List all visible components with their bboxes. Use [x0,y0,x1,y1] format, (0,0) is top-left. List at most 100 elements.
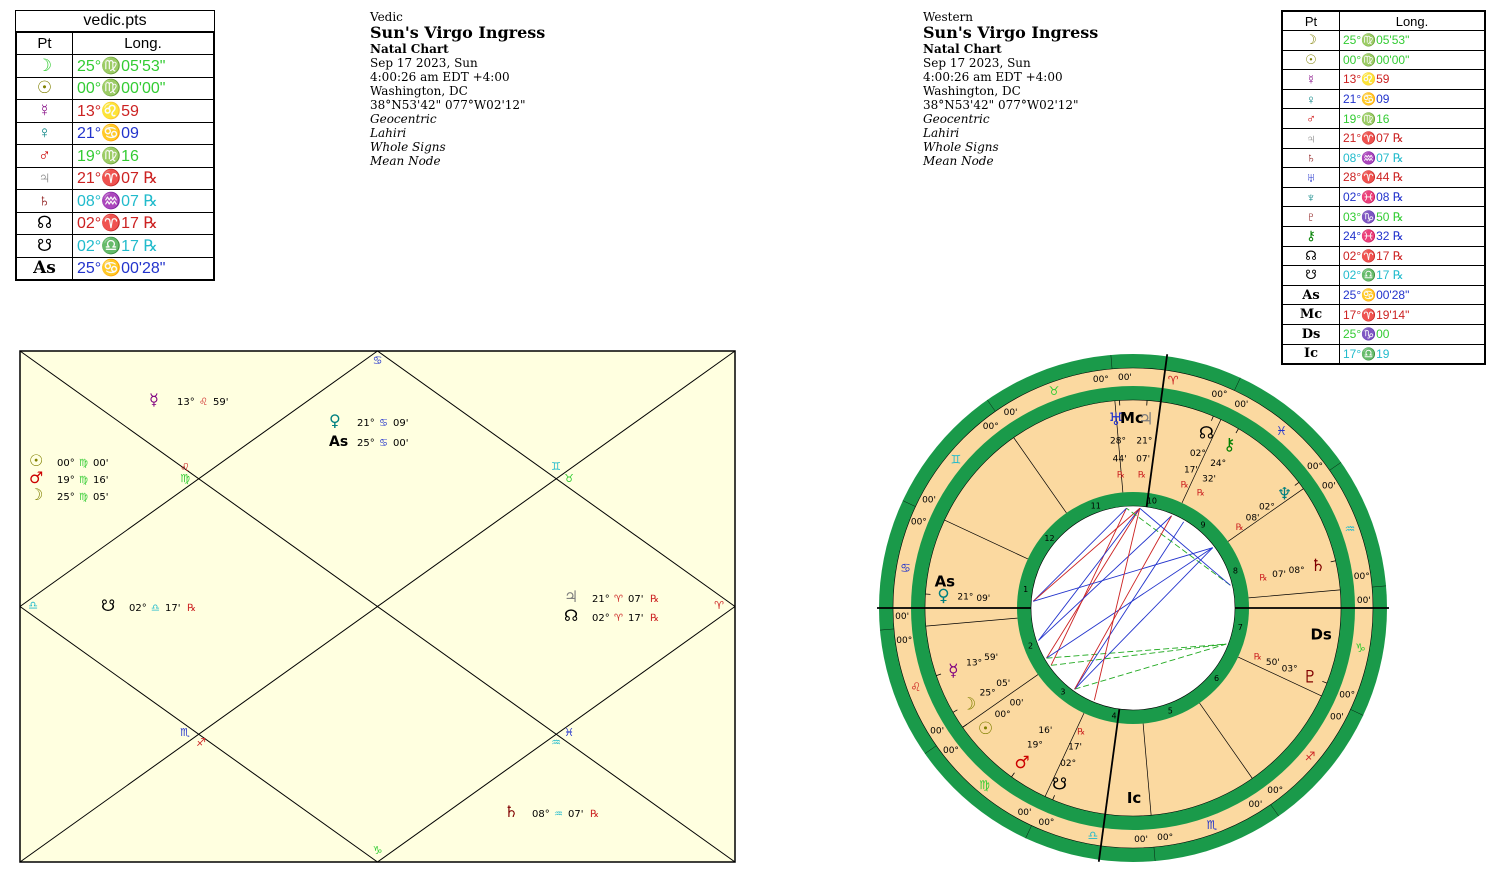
cusp-minute-label: 00' [895,612,909,622]
vedic-chart-type: Natal Chart [370,42,449,56]
longitude-value: 21°♋09 [1339,88,1485,110]
south-node-icon: ☋ [1052,774,1067,794]
cusp-degree-label: 00° [896,636,912,646]
vedic-table-title: vedic.pts [16,11,214,32]
saturn-icon: ♄ [1310,556,1325,576]
zodiac-sign-icon: ♓ [1276,424,1287,438]
moon-icon: ☽ [29,485,43,504]
aquarius-sign-icon: ♒ [551,736,561,749]
planet-minute: 05' [93,492,108,503]
table-row: ♂ 19°♍16 [1282,108,1485,129]
longitude-value: 13°♌59 [1339,69,1485,90]
longitude-value: 25°♍05'53" [1339,30,1485,51]
western-col-long: Long. [1339,11,1485,31]
gemini-sign-icon: ♊ [551,460,561,473]
longitude-value: 21°♈07 ℞ [72,166,214,190]
planet-degree: 24° [1210,459,1226,469]
capricorn-sign-icon: ♑ [373,844,383,857]
western-chart-wheel: 00°00'00° 00'00°00'00°00'00°00'00°00'00°0… [877,354,1389,862]
longitude-value: 08°♒07 ℞ [1339,147,1485,169]
longitude-value: 02°♈17 ℞ [72,211,214,235]
vedic-label: Vedic [370,10,403,24]
western-chart-info: Western Sun's Virgo Ingress Natal Chart … [923,10,1098,168]
planet-degree: 21° [957,593,973,603]
house-number: 3 [1060,687,1065,696]
zodiac-sign-icon: ♏ [1207,818,1218,832]
planet-degree: 28° [1110,437,1126,447]
western-date: Sep 17 2023, Sun [923,56,1031,70]
longitude-value: 00°♍00'00" [72,76,214,100]
house-number: 5 [1168,706,1173,715]
planet-minute: 59' [213,397,228,408]
jupiter-icon: ♃ [16,166,73,190]
vedic-col-pt: Pt [16,32,73,55]
table-row: ♄ 08°♒07 ℞ [16,189,214,213]
zodiac-sign-icon: ♎ [1088,828,1099,842]
vedic-option-4: Mean Node [370,154,441,168]
table-row: ☊ 02°♈17 ℞ [16,211,214,235]
zodiac-sign-icon: ♐ [1305,749,1316,763]
zodiac-sign-icon: ♈ [1168,374,1179,388]
cusp-minute-label: 00' [1357,596,1371,606]
north-node-icon: ☊ [1199,424,1214,444]
planet-sign-icon: ♍ [79,475,88,486]
saturn-icon: ♄ [16,189,73,213]
western-coords: 38°N53'42" 077°W02'12" [923,98,1079,112]
planet-degree: 19° [57,475,75,486]
cancer-sign-icon: ♋ [373,354,383,367]
longitude-value: 19°♍16 [1339,108,1485,129]
planet-minute: 16' [93,475,108,486]
cusp-minute-label: 00' [1018,808,1032,818]
western-option-1: Geocentric [923,112,990,126]
cusp-minute-label: 00' [1004,408,1018,418]
zodiac-sign-icon: ♒ [1345,522,1356,536]
retrograde-icon: ℞ [187,603,196,614]
retrograde-icon: ℞ [1259,574,1267,584]
cusp-minute-label: 00' [922,496,936,506]
longitude-value: 02°♎17 ℞ [72,234,214,258]
planet-degree: 13° [966,659,982,669]
planet-minute: 07' [568,809,583,820]
chiron-icon: ⚷ [1282,225,1340,247]
planet-degree: 02° [1259,503,1275,513]
longitude-value: 02°♎17 ℞ [1339,265,1485,286]
planet-sign-icon: ♈ [614,613,623,624]
cusp-degree-label: 00° [983,422,999,432]
zodiac-sign-icon: ♍ [979,778,990,792]
table-row: ♃ 21°♈07 ℞ [16,166,214,190]
cusp-minute-label: 00' [1248,800,1262,810]
ic-icon: Ic [1127,789,1141,807]
longitude-value: 28°♈44 ℞ [1339,167,1485,188]
house-number: 8 [1233,567,1238,576]
table-row: ☿ 13°♌59 [1282,69,1485,90]
ascendant-icon: As [1282,284,1340,306]
neptune-icon: ♆ [1282,186,1340,208]
virgo-sign-icon: ♍ [180,472,190,485]
planet-degree: 08° [1289,566,1305,576]
ascendant-icon: As [16,256,73,280]
table-row: ♅ 28°♈44 ℞ [1282,167,1485,188]
retrograde-icon: ℞ [1077,728,1085,738]
planet-minute: 17' [628,613,643,624]
table-row: ☉ 00°♍00'00" [1282,49,1485,71]
table-row: ♀ 21°♋09 [16,121,214,145]
retrograde-icon: ℞ [1181,480,1189,490]
uranus-icon: ♅ [1282,167,1340,188]
north-node-icon: ☊ [16,211,73,235]
planet-sign-icon: ♈ [614,594,623,605]
taurus-sign-icon: ♉ [564,472,574,485]
sun-icon: ☉ [1282,49,1340,71]
mars-icon: ♂ [1282,108,1340,129]
planet-minute: 00' [393,438,408,449]
planet-degree: 21° [357,418,375,429]
planet-minute: 05' [996,679,1010,689]
planet-minute: 07' [1272,570,1286,580]
retrograde-icon: ℞ [1138,470,1146,480]
mercury-icon: ☿ [16,99,73,123]
western-option-4: Mean Node [923,154,994,168]
planet-minute: 09' [393,418,408,429]
planet-degree: 00° [57,458,75,469]
planet-sign-icon: ♍ [79,492,88,503]
western-points-table: Pt Long. ☽ 25°♍05'53" ☉ 00°♍00'00" ☿ 13°♌59 ♀ 2… [1281,10,1486,366]
planet-minute: 17' [1068,742,1082,752]
